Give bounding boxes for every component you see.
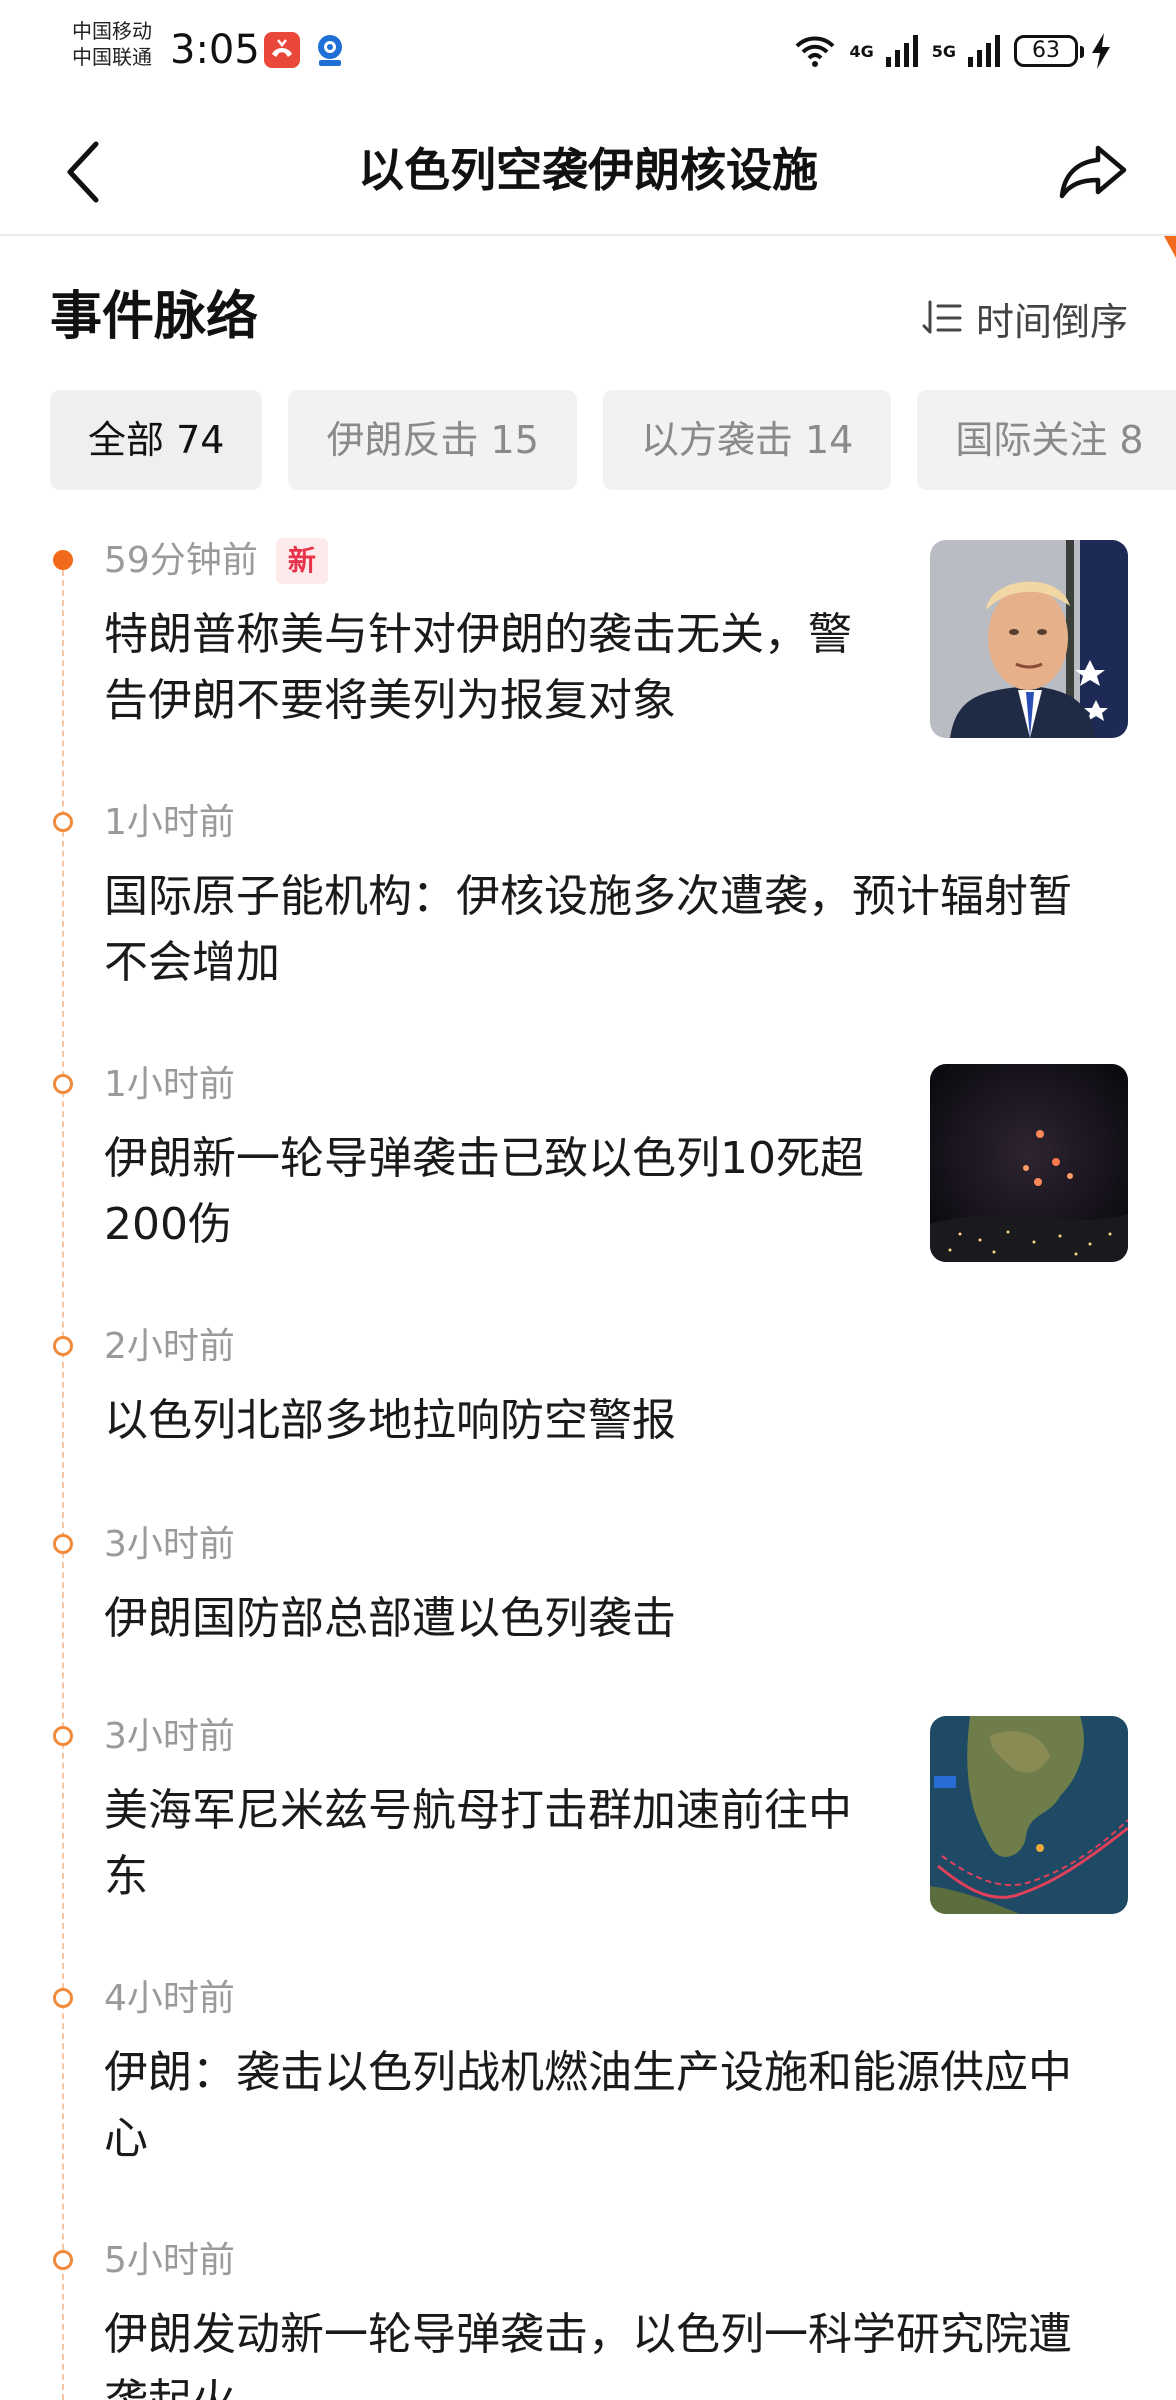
event-time-row: 4小时前 bbox=[104, 1974, 235, 2024]
event-headline[interactable]: 以色列北部多地拉响防空警报 bbox=[104, 1388, 1104, 1454]
signal-strength-icon-2 bbox=[968, 35, 1000, 67]
missed-call-icon bbox=[264, 32, 300, 68]
timeline-dot bbox=[53, 1336, 73, 1356]
timeline-dot bbox=[53, 1726, 73, 1746]
timeline-dot bbox=[53, 1988, 73, 2008]
event-time: 1小时前 bbox=[104, 802, 235, 843]
timeline-event[interactable]: 5小时前 伊朗发动新一轮导弹袭击，以色列一科学研究院遭袭起火 bbox=[0, 2220, 1176, 2400]
event-headline[interactable]: 伊朗发动新一轮导弹袭击，以色列一科学研究院遭袭起火 bbox=[104, 2302, 1104, 2400]
event-thumbnail[interactable] bbox=[930, 1716, 1128, 1914]
tab-israel-strikes[interactable]: 以方袭击 14 bbox=[602, 390, 892, 490]
sort-toggle[interactable]: 时间倒序 bbox=[922, 290, 1128, 346]
event-thumbnail[interactable] bbox=[930, 1064, 1128, 1262]
event-time: 1小时前 bbox=[104, 1064, 235, 1105]
section-header: 事件脉络 时间倒序 bbox=[0, 270, 1176, 360]
new-badge: 新 bbox=[275, 538, 328, 584]
event-headline[interactable]: 国际原子能机构：伊核设施多次遭袭，预计辐射暂不会增加 bbox=[104, 864, 1104, 996]
event-time-row: 5小时前 bbox=[104, 2236, 235, 2286]
wifi-icon bbox=[796, 36, 835, 67]
tab-all[interactable]: 全部 74 bbox=[50, 390, 263, 490]
timeline-event[interactable]: 3小时前 美海军尼米兹号航母打击群加速前往中东 bbox=[0, 1696, 1176, 1958]
event-headline[interactable]: 伊朗：袭击以色列战机燃油生产设施和能源供应中心 bbox=[104, 2040, 1104, 2172]
event-time: 4小时前 bbox=[104, 1978, 235, 2019]
event-time-row: 1小时前 bbox=[104, 798, 235, 848]
battery-indicator: 63 bbox=[1014, 35, 1084, 67]
timeline-event[interactable]: 1小时前 国际原子能机构：伊核设施多次遭袭，预计辐射暂不会增加 bbox=[0, 782, 1176, 1044]
page-header: 以色列空袭伊朗核设施 bbox=[0, 110, 1176, 236]
status-bar: 中国移动 中国联通 3:05 4G 5G 63 bbox=[0, 0, 1176, 110]
app-notification-icon bbox=[312, 32, 348, 68]
event-headline[interactable]: 伊朗国防部总部遭以色列袭击 bbox=[104, 1586, 1104, 1652]
event-time: 2小时前 bbox=[104, 1326, 235, 1367]
event-time-row: 3小时前 bbox=[104, 1520, 235, 1570]
event-time: 59分钟前 bbox=[104, 540, 258, 581]
network-5g-label: 5G bbox=[931, 41, 956, 61]
status-indicators: 4G 5G 63 bbox=[793, 26, 1112, 76]
event-time-row: 1小时前 bbox=[104, 1060, 235, 1110]
carrier-1: 中国移动 bbox=[72, 19, 152, 43]
event-time-row: 3小时前 bbox=[104, 1712, 235, 1762]
timeline-event[interactable]: 3小时前 伊朗国防部总部遭以色列袭击 bbox=[0, 1504, 1176, 1696]
corner-accent bbox=[1164, 236, 1176, 258]
signal-strength-icon bbox=[885, 35, 918, 67]
section-title: 事件脉络 bbox=[50, 287, 259, 347]
timeline-event[interactable]: 59分钟前 新 特朗普称美与针对伊朗的袭击无关，警告伊朗不要将美列为报复对象 bbox=[0, 520, 1176, 782]
share-button[interactable] bbox=[1050, 132, 1136, 212]
timeline-dot-latest bbox=[53, 550, 73, 570]
event-time: 3小时前 bbox=[104, 1716, 235, 1757]
event-time: 3小时前 bbox=[104, 1524, 235, 1565]
event-thumbnail[interactable] bbox=[930, 540, 1128, 738]
share-arrow-icon bbox=[1059, 145, 1127, 199]
event-headline[interactable]: 美海军尼米兹号航母打击群加速前往中东 bbox=[104, 1778, 884, 1910]
page-title: 以色列空袭伊朗核设施 bbox=[358, 143, 818, 197]
timeline-dot bbox=[53, 1074, 73, 1094]
sort-descending-icon bbox=[922, 300, 962, 334]
carrier-2: 中国联通 bbox=[72, 45, 152, 69]
event-time: 5小时前 bbox=[104, 2240, 235, 2281]
timeline-dot bbox=[53, 2250, 73, 2270]
timeline-event[interactable]: 1小时前 伊朗新一轮导弹袭击已致以色列10死超200伤 bbox=[0, 1044, 1176, 1306]
event-time-row: 59分钟前 新 bbox=[104, 536, 328, 586]
filter-tabs: 全部 74 伊朗反击 15 以方袭击 14 国际关注 8 bbox=[50, 390, 1176, 490]
status-time: 3:05 bbox=[170, 27, 260, 73]
charging-bolt-icon bbox=[1092, 33, 1110, 69]
timeline-event[interactable]: 2小时前 以色列北部多地拉响防空警报 bbox=[0, 1306, 1176, 1504]
timeline-dot bbox=[53, 1534, 73, 1554]
tab-iran-counterattack[interactable]: 伊朗反击 15 bbox=[288, 390, 577, 490]
event-timeline-page: 中国移动 中国联通 3:05 4G 5G 63 以色列空袭伊朗核设施 事件脉络 … bbox=[0, 0, 1176, 2400]
sort-label: 时间倒序 bbox=[975, 299, 1128, 344]
carrier-info: 中国移动 中国联通 bbox=[72, 18, 152, 70]
event-headline[interactable]: 伊朗新一轮导弹袭击已致以色列10死超200伤 bbox=[104, 1126, 884, 1258]
network-4g-label: 4G bbox=[849, 41, 874, 61]
event-headline[interactable]: 特朗普称美与针对伊朗的袭击无关，警告伊朗不要将美列为报复对象 bbox=[104, 602, 884, 734]
event-timeline: 59分钟前 新 特朗普称美与针对伊朗的袭击无关，警告伊朗不要将美列为报复对象 1… bbox=[0, 520, 1176, 2400]
timeline-dot bbox=[53, 812, 73, 832]
event-time-row: 2小时前 bbox=[104, 1322, 235, 1372]
tab-international-attention[interactable]: 国际关注 8 bbox=[917, 390, 1176, 490]
timeline-event[interactable]: 4小时前 伊朗：袭击以色列战机燃油生产设施和能源供应中心 bbox=[0, 1958, 1176, 2220]
